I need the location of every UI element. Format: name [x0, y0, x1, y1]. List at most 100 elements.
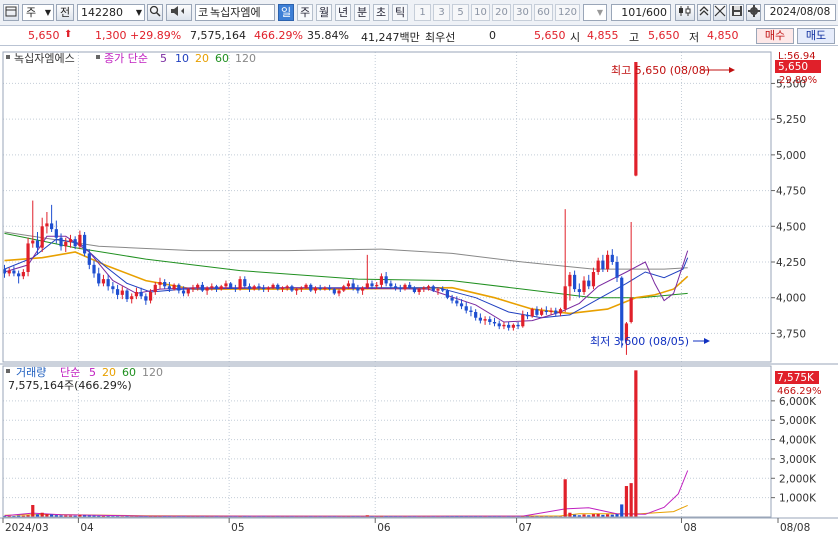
period-minute-tab[interactable]: 분 [354, 4, 370, 21]
candle-body [478, 317, 482, 321]
market-select[interactable]: 주 ▼ [22, 4, 54, 21]
candle-body [191, 287, 195, 290]
interval-120-button[interactable]: 120 [555, 4, 580, 21]
volume-bar [629, 483, 633, 517]
high-annotation: 최고 5,650 (08/08) [611, 64, 710, 77]
period-year-tab[interactable]: 년 [335, 4, 351, 21]
chart-type-button[interactable] [675, 4, 695, 21]
volume-tick-label: 5,000K [779, 415, 817, 427]
candle-body [229, 283, 233, 288]
candle-body [309, 284, 313, 291]
candle-body [346, 283, 351, 287]
candle-body [97, 273, 101, 284]
settings-button[interactable] [746, 4, 761, 21]
candle-body [64, 242, 68, 247]
chevron-down-icon: ▼ [44, 8, 51, 17]
candle-body [408, 284, 412, 288]
candle-chart-icon [679, 6, 691, 16]
volume-tick-label: 2,000K [779, 473, 817, 485]
candle-body [285, 286, 289, 288]
candle-body [356, 287, 360, 291]
candle-body [365, 283, 369, 288]
candle-body [181, 290, 186, 294]
candle-body [342, 286, 346, 291]
candle-body [101, 279, 106, 284]
candle-body [148, 292, 153, 301]
panel-marker-icon [96, 55, 100, 59]
date-tick-label: 08 [683, 522, 696, 534]
candle-body [323, 287, 327, 290]
legend-ma20: 20 [195, 52, 209, 65]
candle-body [525, 314, 530, 317]
interval-1-button[interactable]: 1 [414, 4, 431, 21]
price-tick-label: 4,750 [776, 186, 806, 198]
candle-body [469, 310, 473, 312]
candle-body [426, 286, 431, 288]
legend-ma60: 60 [215, 52, 229, 65]
candle-body [205, 287, 209, 291]
date-tick-label: 06 [377, 522, 391, 534]
candle-body [459, 303, 464, 307]
candle-body [360, 287, 365, 291]
date-tick-label: 04 [80, 522, 94, 534]
sound-toggle-button[interactable] [166, 4, 192, 21]
interval-10-button[interactable]: 10 [471, 4, 490, 21]
candle-body [337, 290, 341, 294]
data-count-field[interactable]: 101/600 [611, 4, 671, 21]
date-field[interactable]: 2024/08/08 [764, 4, 836, 21]
stock-code-input[interactable]: 142280 ▼ [77, 4, 145, 21]
volume-bar [624, 486, 629, 517]
candle-body [516, 324, 520, 327]
candle-body [257, 286, 261, 288]
candle-body [106, 279, 110, 287]
tools-button[interactable] [713, 4, 727, 21]
candle-body [172, 284, 176, 290]
candle-body [318, 287, 322, 290]
candle-body [615, 262, 619, 278]
stock-name-field[interactable]: 코 녹십자엠에 [195, 4, 275, 21]
candle-body [153, 284, 157, 292]
candle-body [497, 323, 501, 327]
chevron-down-icon: ▼ [596, 8, 603, 17]
save-button[interactable] [729, 4, 744, 21]
volume-bar [620, 504, 624, 517]
candle-body [68, 239, 73, 242]
candle-body [54, 229, 58, 238]
crosshair-icon [714, 5, 726, 17]
period-week-tab[interactable]: 주 [297, 4, 313, 21]
volume-legend-ma5: 5 [89, 366, 96, 379]
candle-body [521, 314, 525, 327]
period-second-tab[interactable]: 초 [373, 4, 389, 21]
period-day-tab[interactable]: 일 [278, 4, 294, 21]
interval-20-button[interactable]: 20 [492, 4, 511, 21]
price-tick-label: 5,250 [776, 114, 806, 126]
interval-3-button[interactable]: 3 [433, 4, 450, 21]
quote-bar: 5,650 ⬆ 1,300 +29.89% 7,575,164 466.29% … [0, 26, 838, 46]
candle-body [163, 282, 167, 287]
candle-body [50, 223, 54, 230]
candle-body [280, 287, 285, 290]
search-button[interactable] [147, 4, 163, 21]
interval-select[interactable]: ▼ [583, 4, 607, 21]
interval-60-button[interactable]: 60 [534, 4, 553, 21]
layout-icon [5, 6, 17, 17]
interval-5-button[interactable]: 5 [452, 4, 469, 21]
legend-ma5: 5 [160, 52, 167, 65]
candle-body [78, 234, 82, 247]
sell-button[interactable]: 매도 [797, 28, 835, 44]
period-tick-tab[interactable]: 틱 [392, 4, 408, 21]
period-month-tab[interactable]: 월 [316, 4, 332, 21]
buy-button[interactable]: 매수 [756, 28, 794, 44]
panel-menu-icon[interactable] [3, 4, 19, 21]
candle-body [111, 286, 115, 290]
interval-30-button[interactable]: 30 [513, 4, 532, 21]
chart-area[interactable]: 5,5005,2505,0004,7504,5004,2504,0003,750… [0, 46, 838, 539]
trade-amount: 41,247백만 [361, 31, 420, 44]
prev-button[interactable]: 전 [56, 4, 74, 21]
volume-tick-label: 4,000K [779, 435, 817, 447]
zoom-toggle-button[interactable] [697, 4, 711, 21]
candle-body [299, 287, 303, 290]
candle-body [271, 284, 275, 288]
candle-body [115, 289, 120, 295]
search-icon [149, 5, 161, 17]
